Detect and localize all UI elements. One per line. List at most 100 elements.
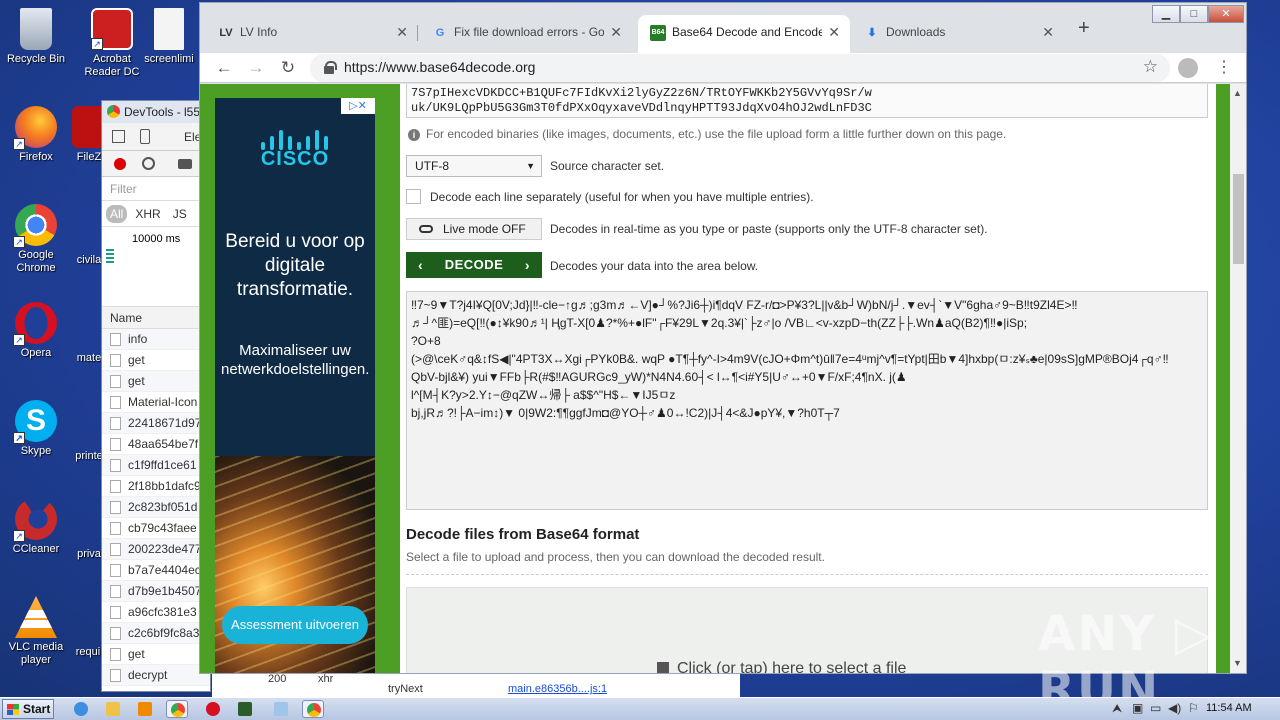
- request-row[interactable]: Material-Icon: [102, 392, 210, 413]
- browser-toolbar: ← → ↻ https://www.base64decode.org ☆ ⋮: [200, 53, 1246, 83]
- address-bar[interactable]: https://www.base64decode.org ☆: [310, 54, 1170, 82]
- request-row[interactable]: c1f9ffd1ce61: [102, 455, 210, 476]
- live-mode-toggle[interactable]: Live mode OFF: [406, 218, 542, 240]
- print-file-shortcut[interactable]: printe: [74, 450, 104, 463]
- priva-file-shortcut[interactable]: priva: [74, 548, 104, 561]
- close-tab-icon[interactable]: ✕: [396, 15, 408, 49]
- forward-arrow-icon[interactable]: →: [244, 56, 268, 80]
- tray-expand-icon[interactable]: ⮝: [1112, 701, 1122, 716]
- tab-base64-decode[interactable]: B64 Base64 Decode and Encode - O ✕: [638, 15, 850, 53]
- ie-taskbar-icon[interactable]: [70, 700, 92, 718]
- clock[interactable]: 11:54 AM: [1206, 702, 1252, 714]
- start-button[interactable]: Start: [2, 699, 54, 719]
- request-row[interactable]: 2c823bf051d: [102, 497, 210, 518]
- requi-file-shortcut[interactable]: requi: [72, 646, 104, 659]
- explorer-taskbar-icon[interactable]: [102, 700, 124, 718]
- devtools-window[interactable]: DevTools - l55y Ele Filter AllXHRJSC 100…: [101, 100, 211, 692]
- decoded-output-textarea[interactable]: ‼7~9▼T?j4I¥Q[0V;Jd}|‼-cle−↑g♬;g3m♬←V]●┘%…: [406, 291, 1208, 510]
- request-row[interactable]: get: [102, 350, 210, 371]
- request-row[interactable]: 200223de477: [102, 539, 210, 560]
- opera-taskbar-icon[interactable]: [202, 700, 224, 718]
- request-row[interactable]: a96cfc381e3: [102, 602, 210, 623]
- network-timeline[interactable]: 10000 ms: [102, 227, 210, 307]
- back-arrow-icon[interactable]: ←: [212, 56, 236, 80]
- request-row[interactable]: cb79c43faee: [102, 518, 210, 539]
- menu-dots-icon[interactable]: ⋮: [1216, 57, 1232, 77]
- filter-js[interactable]: JS: [169, 205, 191, 223]
- tab-lv-info[interactable]: LV LV Info ✕: [206, 15, 418, 53]
- close-tab-icon[interactable]: ✕: [1042, 15, 1054, 49]
- request-row[interactable]: c2c6bf9fc8a3: [102, 623, 210, 644]
- request-list: info get get Material-Icon 22418671d97 48aa65…: [102, 329, 210, 686]
- request-row[interactable]: info: [102, 329, 210, 350]
- screenlimit-shortcut[interactable]: screenlimi: [138, 8, 200, 66]
- request-row[interactable]: b7a7e4404ec: [102, 560, 210, 581]
- civil-file-shortcut[interactable]: civila: [74, 254, 104, 267]
- ad-cta-button[interactable]: Assessment uitvoeren: [222, 606, 368, 644]
- network-icon[interactable]: ▭: [1150, 701, 1161, 715]
- recycle-bin-shortcut[interactable]: Recycle Bin: [0, 8, 72, 66]
- scroll-thumb[interactable]: [1233, 174, 1244, 264]
- decoded-line: ♬┘^匪)=eQ[‼(●↕¥k90♬¹| ҢgT-X[0♟?*%+●lF"┌F¥…: [411, 316, 1028, 330]
- encoded-input-textarea[interactable]: 7S7pIHexcVDKDCC+B1QUFc7FIdKvXi2lyGyZ2z6N…: [406, 84, 1208, 118]
- decode-button[interactable]: ‹ DECODE ›: [406, 252, 542, 278]
- new-tab-button[interactable]: +: [1078, 17, 1090, 40]
- chrome-shortcut[interactable]: ↗ Google Chrome: [0, 204, 72, 275]
- column-header-name[interactable]: Name: [102, 307, 210, 329]
- source-link[interactable]: main.e86356b....js:1: [508, 683, 607, 695]
- chrome-taskbar-icon[interactable]: [166, 700, 188, 718]
- clear-icon[interactable]: [142, 157, 155, 170]
- profile-avatar-icon[interactable]: [1178, 58, 1198, 78]
- request-row[interactable]: 48aa654be7f: [102, 434, 210, 455]
- filter-xhr[interactable]: XHR: [131, 205, 164, 223]
- chrome-window[interactable]: LV LV Info ✕ G Fix file download errors …: [199, 2, 1247, 674]
- volume-icon[interactable]: ◀): [1168, 701, 1181, 715]
- each-line-checkbox[interactable]: [406, 189, 421, 204]
- inspect-icon[interactable]: [112, 130, 125, 143]
- notepad-taskbar-icon[interactable]: [270, 700, 292, 718]
- ad-choices-icon[interactable]: ▷✕: [341, 98, 375, 114]
- camera-icon[interactable]: [178, 159, 192, 169]
- request-row[interactable]: decrypt: [102, 665, 210, 686]
- maximize-button[interactable]: □: [1180, 5, 1208, 23]
- close-tab-icon[interactable]: ✕: [828, 15, 840, 49]
- request-row[interactable]: 22418671d97: [102, 413, 210, 434]
- flag-icon[interactable]: ⚐: [1188, 701, 1199, 715]
- opera-shortcut[interactable]: ↗ Opera: [0, 302, 72, 360]
- filter-input[interactable]: Filter: [102, 177, 210, 201]
- initiator-cell[interactable]: tryNext: [388, 683, 423, 695]
- advertisement-banner[interactable]: ▷✕ CISCO Bereid u voor op digitale trans…: [215, 98, 375, 673]
- request-type-filters: AllXHRJSC: [102, 201, 210, 227]
- mate-file-shortcut[interactable]: mate: [74, 352, 104, 365]
- request-row[interactable]: d7b9e1b4507: [102, 581, 210, 602]
- terminal-taskbar-icon[interactable]: [234, 700, 256, 718]
- ccleaner-shortcut[interactable]: ↗ CCleaner: [0, 498, 72, 556]
- action-center-icon[interactable]: ▣: [1132, 701, 1143, 715]
- ad-headline: Bereid u voor op digitale transformatie.: [225, 231, 365, 300]
- record-icon[interactable]: [114, 158, 126, 170]
- reload-icon[interactable]: ↻: [276, 56, 300, 80]
- devtools-titlebar[interactable]: DevTools - l55y: [102, 101, 210, 123]
- close-tab-icon[interactable]: ✕: [610, 15, 622, 49]
- tab-fix-download-errors[interactable]: G Fix file download errors - Googl ✕: [420, 15, 632, 53]
- media-player-taskbar-icon[interactable]: [134, 700, 156, 718]
- request-row[interactable]: 2f18bb1dafc9: [102, 476, 210, 497]
- chrome-devtools-taskbar-icon[interactable]: [302, 700, 324, 718]
- charset-select[interactable]: UTF-8 ▼: [406, 155, 542, 177]
- close-window-button[interactable]: ✕: [1208, 5, 1244, 23]
- minimize-button[interactable]: ▁: [1152, 5, 1180, 23]
- bookmark-star-icon[interactable]: ☆: [1143, 57, 1158, 77]
- scroll-up-icon[interactable]: ▲: [1233, 88, 1242, 98]
- filter-all[interactable]: All: [106, 205, 128, 223]
- download-icon: ⬇: [867, 27, 877, 39]
- request-row[interactable]: get: [102, 371, 210, 392]
- firefox-shortcut[interactable]: ↗ Firefox: [0, 106, 72, 164]
- page-scrollbar[interactable]: ▲ ▼: [1230, 84, 1246, 673]
- tab-downloads[interactable]: ⬇ Downloads ✕: [852, 15, 1064, 53]
- device-toolbar-icon[interactable]: [140, 129, 150, 144]
- vlc-shortcut[interactable]: VLC media player: [0, 596, 72, 667]
- request-name: Material-Icon: [128, 395, 198, 409]
- skype-shortcut[interactable]: S ↗ Skype: [0, 400, 72, 458]
- request-row[interactable]: get: [102, 644, 210, 665]
- cisco-logo-icon: [261, 128, 331, 150]
